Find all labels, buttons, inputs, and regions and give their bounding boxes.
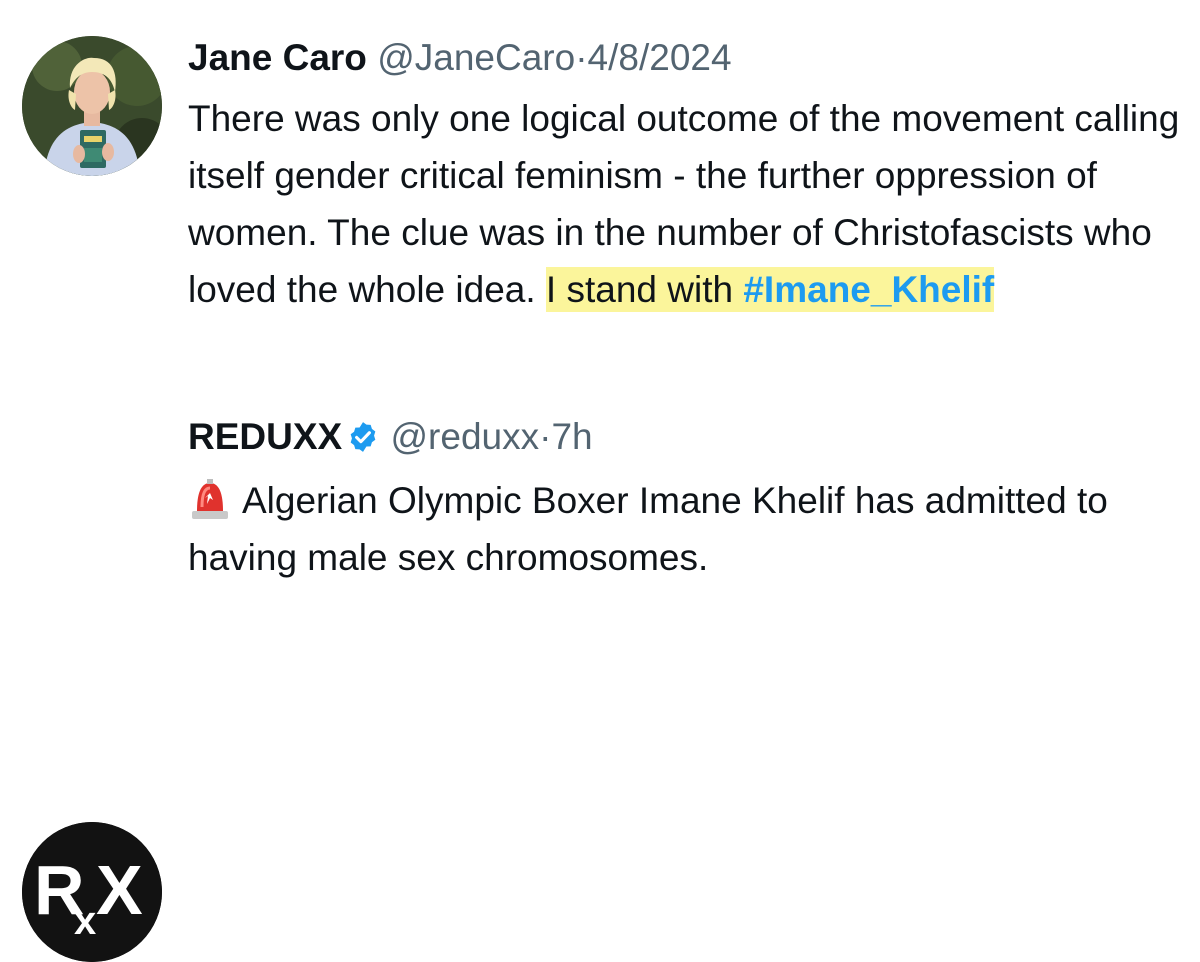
reduxx-logo-icon: R x X (22, 822, 162, 962)
author-name[interactable]: REDUXX (188, 416, 342, 457)
tweet-reduxx[interactable]: R x X REDUXX @reduxx·7h Algerian Olympic… (0, 400, 1200, 962)
verified-badge-icon (346, 419, 380, 453)
tweet-header: Jane Caro @JaneCaro·4/8/2024 (188, 35, 732, 81)
separator-dot: · (539, 416, 552, 457)
avatar[interactable] (22, 36, 162, 176)
quoted-tweet-jane-caro[interactable]: Jane Caro @JaneCaro·4/8/2024 There was o… (0, 0, 1200, 400)
separator-dot: · (575, 37, 588, 78)
logo-letter-x: X (96, 851, 143, 929)
highlight-phrase: I stand with (545, 269, 744, 310)
highlighted-text: I stand with #Imane_Khelif (545, 267, 995, 312)
tweet-time[interactable]: 7h (551, 416, 592, 457)
siren-emoji-icon (188, 477, 232, 521)
tweet-header: REDUXX @reduxx·7h (188, 414, 593, 460)
avatar[interactable]: R x X (22, 822, 162, 962)
person-photo-avatar-icon (22, 36, 162, 176)
author-handle[interactable]: @JaneCaro (377, 37, 575, 78)
tweet-date[interactable]: 4/8/2024 (588, 37, 732, 78)
tweet-text: There was only one logical outcome of th… (188, 90, 1188, 318)
author-name[interactable]: Jane Caro (188, 37, 367, 78)
logo-letter-x-small: x (74, 899, 96, 943)
tweet-text-content: Algerian Olympic Boxer Imane Khelif has … (188, 480, 1108, 578)
tweet-text: Algerian Olympic Boxer Imane Khelif has … (188, 472, 1188, 586)
author-handle[interactable]: @reduxx (390, 416, 539, 457)
hashtag-link[interactable]: #Imane_Khelif (743, 269, 994, 310)
